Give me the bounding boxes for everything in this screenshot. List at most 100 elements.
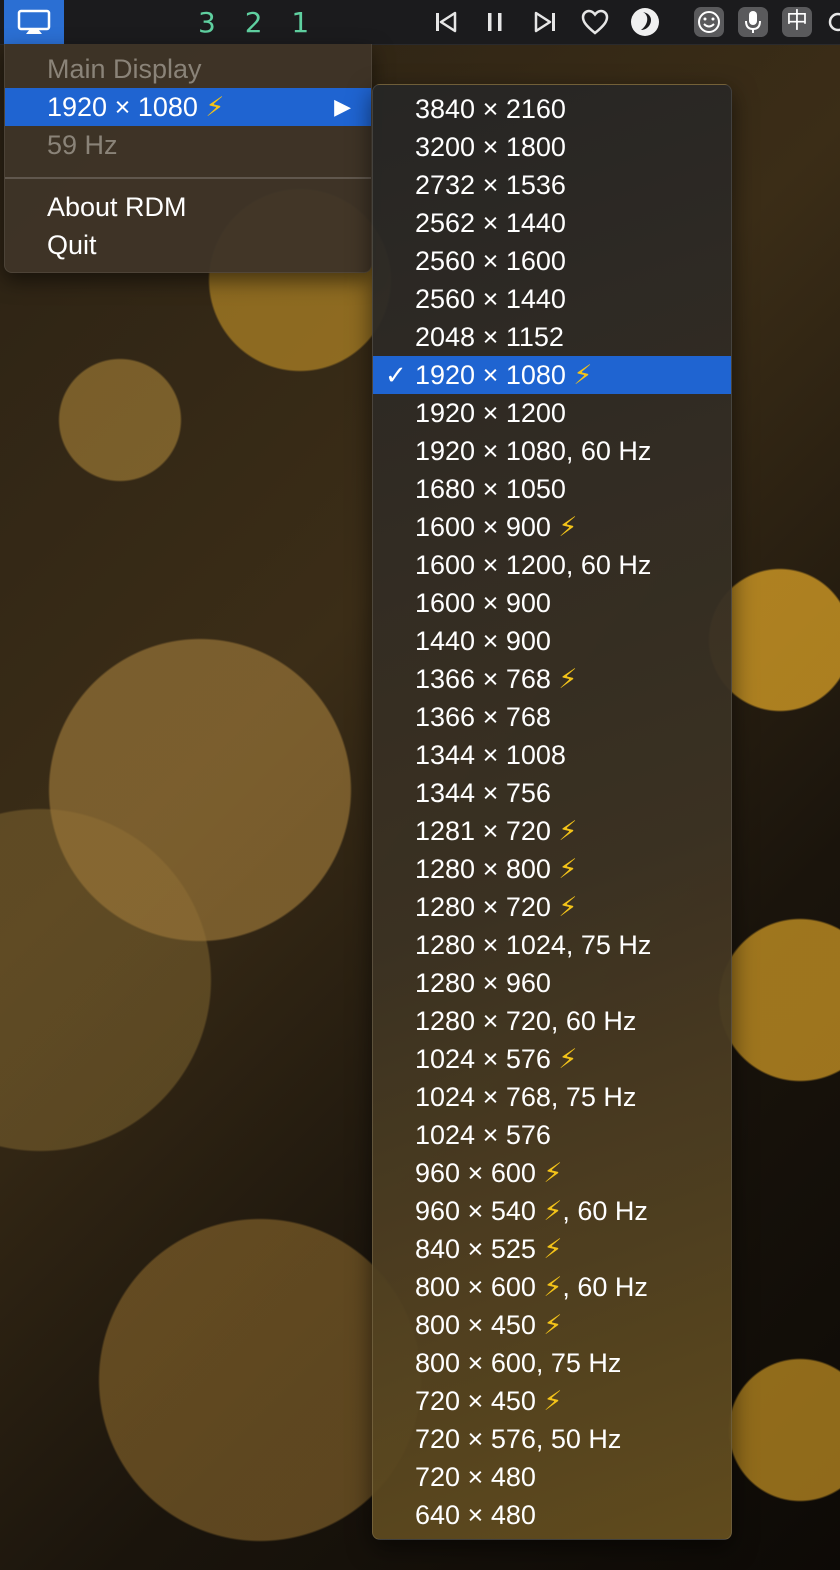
- menu-separator: [5, 177, 371, 179]
- lightning-icon: ⚡: [550, 664, 578, 694]
- checkmark-icon: ✓: [385, 360, 407, 390]
- resolution-option[interactable]: 960 × 600 ⚡: [373, 1154, 731, 1192]
- resolution-option[interactable]: 800 × 450 ⚡: [373, 1306, 731, 1344]
- resolution-option[interactable]: 1281 × 720 ⚡: [373, 812, 731, 850]
- resolution-label: 1440 × 900: [415, 626, 551, 656]
- resolution-label: 1366 × 768: [415, 702, 551, 732]
- resolution-option[interactable]: 3200 × 1800: [373, 128, 731, 166]
- resolution-label: 1366 × 768: [415, 664, 551, 694]
- resolution-label: 3200 × 1800: [415, 132, 566, 162]
- resolution-label: 1600 × 900: [415, 588, 551, 618]
- resolution-option[interactable]: 1024 × 768, 75 Hz: [373, 1078, 731, 1116]
- resolution-option[interactable]: 1280 × 720 ⚡: [373, 888, 731, 926]
- menu-item-label: Main Display: [47, 54, 202, 84]
- resolution-option[interactable]: 1280 × 960: [373, 964, 731, 1002]
- chinese-input-icon[interactable]: 中: [779, 6, 815, 38]
- resolution-option[interactable]: 1920 × 1200: [373, 394, 731, 432]
- resolution-label: 1344 × 1008: [415, 740, 566, 770]
- menu-item-current-resolution[interactable]: 1920 × 1080 ⚡ ▶: [5, 88, 371, 126]
- resolution-option[interactable]: 1600 × 1200, 60 Hz: [373, 546, 731, 584]
- input-method-label: 中: [782, 7, 812, 37]
- lightning-icon: ⚡: [205, 92, 225, 122]
- resolution-option[interactable]: 2562 × 1440: [373, 204, 731, 242]
- lightning-icon: ⚡: [535, 1386, 563, 1416]
- refresh-rate-label: , 60 Hz: [562, 1196, 648, 1226]
- resolution-option[interactable]: 1344 × 1008: [373, 736, 731, 774]
- resolution-label: 2732 × 1536: [415, 170, 566, 200]
- resolution-option[interactable]: 1024 × 576 ⚡: [373, 1040, 731, 1078]
- resolution-option[interactable]: 1920 × 1080, 60 Hz: [373, 432, 731, 470]
- skip-forward-icon[interactable]: [527, 6, 563, 38]
- resolution-option[interactable]: 720 × 450 ⚡: [373, 1382, 731, 1420]
- resolution-label: 1280 × 720, 60 Hz: [415, 1006, 637, 1036]
- menu-item-quit[interactable]: Quit: [5, 226, 371, 264]
- resolution-option[interactable]: 1440 × 900: [373, 622, 731, 660]
- resolution-label: 1600 × 900: [415, 512, 551, 542]
- resolution-option[interactable]: 1280 × 800 ⚡: [373, 850, 731, 888]
- resolution-option[interactable]: 800 × 600 ⚡, 60 Hz: [373, 1268, 731, 1306]
- microphone-icon[interactable]: [735, 6, 771, 38]
- resolution-option[interactable]: ✓ 1920 × 1080 ⚡: [373, 356, 731, 394]
- partial-menubar-icon[interactable]: [824, 6, 840, 38]
- resolution-label: 1280 × 720: [415, 892, 551, 922]
- resolution-label: 2562 × 1440: [415, 208, 566, 238]
- resolution-option[interactable]: 1280 × 1024, 75 Hz: [373, 926, 731, 964]
- rdm-menu-button[interactable]: [4, 0, 64, 44]
- resolution-option[interactable]: 1280 × 720, 60 Hz: [373, 1002, 731, 1040]
- menu-item-label: 59 Hz: [47, 130, 118, 160]
- lightning-icon: ⚡: [535, 1196, 563, 1226]
- lightning-icon: ⚡: [535, 1272, 563, 1302]
- resolution-option[interactable]: 640 × 480: [373, 1496, 731, 1534]
- resolution-option[interactable]: 2732 × 1536: [373, 166, 731, 204]
- resolution-label: 960 × 540: [415, 1196, 536, 1226]
- resolution-option[interactable]: 720 × 576, 50 Hz: [373, 1420, 731, 1458]
- resolution-option[interactable]: 3840 × 2160: [373, 90, 731, 128]
- menu-item-about-rdm[interactable]: About RDM: [5, 188, 371, 226]
- resolution-label: 1680 × 1050: [415, 474, 566, 504]
- resolution-submenu: 3840 × 2160 3200 × 1800 2732 × 1536 2562 × …: [372, 84, 732, 1540]
- lightning-icon: ⚡: [550, 892, 578, 922]
- resolution-label: 1024 × 768, 75 Hz: [415, 1082, 637, 1112]
- lightning-icon: ⚡: [535, 1158, 563, 1188]
- resolution-label: 1024 × 576: [415, 1044, 551, 1074]
- submenu-arrow-icon: ▶: [334, 94, 351, 119]
- resolution-option[interactable]: 1600 × 900 ⚡: [373, 508, 731, 546]
- resolution-option[interactable]: 1600 × 900: [373, 584, 731, 622]
- resolution-option[interactable]: 840 × 525 ⚡: [373, 1230, 731, 1268]
- heart-icon[interactable]: [577, 6, 613, 38]
- resolution-label: 720 × 576, 50 Hz: [415, 1424, 622, 1454]
- resolution-label: 2048 × 1152: [415, 322, 564, 352]
- menu-item-label: Quit: [47, 230, 97, 260]
- moon-icon[interactable]: [627, 6, 663, 38]
- countdown-text: 3 2 1: [198, 6, 320, 39]
- resolution-label: 800 × 600: [415, 1272, 536, 1302]
- menu-item-label: 1920 × 1080: [47, 92, 198, 122]
- resolution-label: 840 × 525: [415, 1234, 536, 1264]
- resolution-label: 2560 × 1600: [415, 246, 566, 276]
- menu-item-main-display: Main Display: [5, 50, 371, 88]
- resolution-label: 1920 × 1080, 60 Hz: [415, 436, 652, 466]
- resolution-option[interactable]: 720 × 480: [373, 1458, 731, 1496]
- resolution-label: 720 × 450: [415, 1386, 536, 1416]
- resolution-option[interactable]: 960 × 540 ⚡, 60 Hz: [373, 1192, 731, 1230]
- display-icon: [17, 9, 51, 34]
- pause-icon[interactable]: [477, 6, 513, 38]
- resolution-label: 720 × 480: [415, 1462, 536, 1492]
- resolution-option[interactable]: 1344 × 756: [373, 774, 731, 812]
- resolution-option[interactable]: 800 × 600, 75 Hz: [373, 1344, 731, 1382]
- resolution-option[interactable]: 2560 × 1440: [373, 280, 731, 318]
- skip-back-icon[interactable]: [428, 6, 464, 38]
- menu-item-label: About RDM: [47, 192, 187, 222]
- resolution-option[interactable]: 1366 × 768: [373, 698, 731, 736]
- resolution-option[interactable]: 2048 × 1152: [373, 318, 731, 356]
- resolution-label: 1920 × 1200: [415, 398, 566, 428]
- rdm-main-menu: Main Display 1920 × 1080 ⚡ ▶ 59 Hz About…: [4, 44, 372, 273]
- lightning-icon: ⚡: [550, 854, 578, 884]
- resolution-option[interactable]: 1366 × 768 ⚡: [373, 660, 731, 698]
- refresh-rate-label: , 60 Hz: [562, 1272, 648, 1302]
- resolution-option[interactable]: 2560 × 1600: [373, 242, 731, 280]
- resolution-label: 1281 × 720: [415, 816, 551, 846]
- resolution-option[interactable]: 1680 × 1050: [373, 470, 731, 508]
- emoji-icon[interactable]: [691, 6, 727, 38]
- resolution-option[interactable]: 1024 × 576: [373, 1116, 731, 1154]
